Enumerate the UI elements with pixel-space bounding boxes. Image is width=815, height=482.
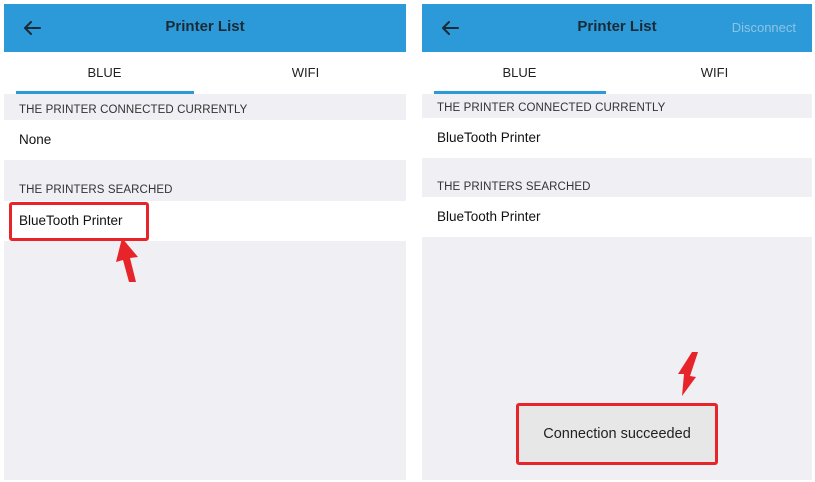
- active-tab-indicator: [434, 91, 606, 94]
- red-arrow-icon: [116, 238, 138, 282]
- searched-section-heading: THE PRINTERS SEARCHED: [437, 181, 591, 193]
- top-app-bar: Printer List Disconnect: [422, 4, 812, 52]
- connection-type-tabs: BLUE WIFI: [422, 52, 812, 94]
- active-tab-indicator: [16, 91, 194, 94]
- tutorial-canvas: Printer List BLUE WIFI THE PRINTER CONNE…: [0, 0, 815, 482]
- toast-message: Connection succeeded: [516, 403, 718, 465]
- printer-list-screen-before: Printer List BLUE WIFI THE PRINTER CONNE…: [4, 4, 406, 480]
- searched-section-heading: THE PRINTERS SEARCHED: [19, 184, 173, 196]
- tab-wifi[interactable]: WIFI: [617, 52, 812, 94]
- connected-section-heading: THE PRINTER CONNECTED CURRENTLY: [437, 102, 666, 114]
- connected-printer-row: None: [4, 120, 406, 160]
- connection-type-tabs: BLUE WIFI: [4, 52, 406, 94]
- connected-printer-row: BlueTooth Printer: [422, 118, 812, 158]
- top-app-bar: Printer List: [4, 4, 406, 52]
- tab-blue[interactable]: BLUE: [4, 52, 205, 94]
- connected-section-heading: THE PRINTER CONNECTED CURRENTLY: [19, 104, 248, 116]
- page-title: Printer List: [165, 18, 245, 35]
- red-arrow-icon: [678, 352, 698, 396]
- tab-wifi[interactable]: WIFI: [205, 52, 406, 94]
- tab-blue[interactable]: BLUE: [422, 52, 617, 94]
- printer-list-screen-after: Printer List Disconnect BLUE WIFI THE PR…: [422, 4, 812, 480]
- disconnect-button[interactable]: Disconnect: [732, 20, 796, 35]
- searched-printer-row[interactable]: BlueTooth Printer: [422, 197, 812, 237]
